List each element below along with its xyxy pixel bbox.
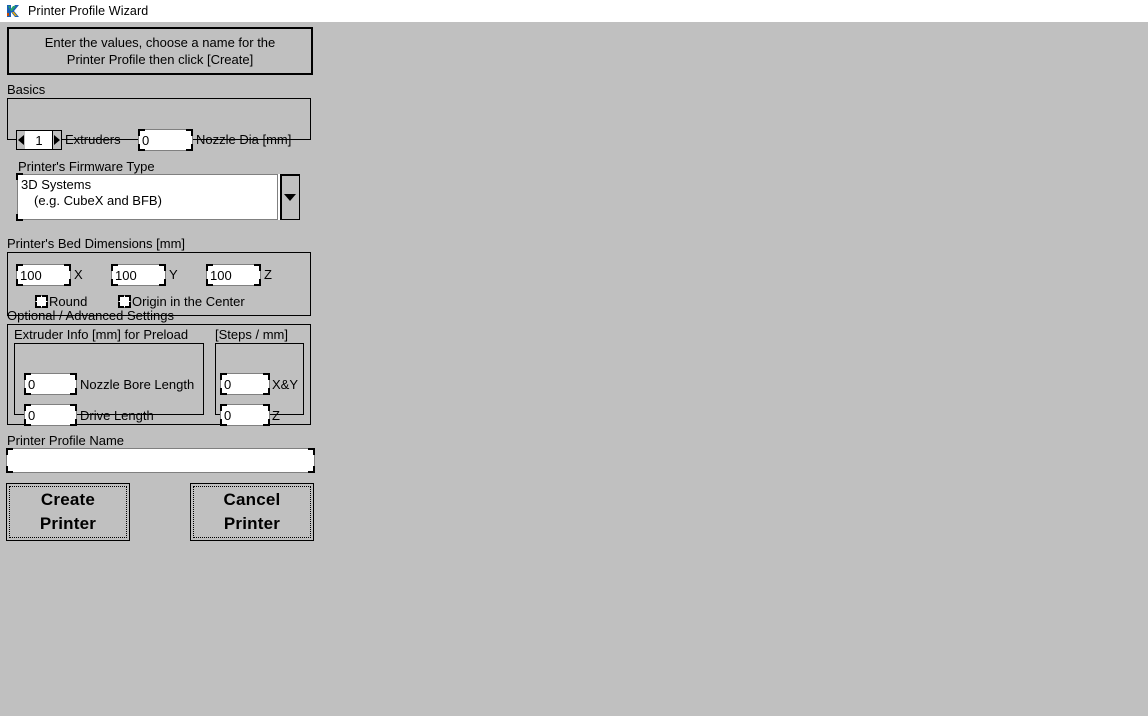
drive-length-label: Drive Length [80, 408, 154, 423]
extruder-info-group-label: Extruder Info [mm] for Preload [14, 327, 189, 342]
drive-length-field[interactable] [24, 404, 77, 426]
bed-origin-center-checkbox-row[interactable]: Origin in the Center [118, 294, 245, 309]
bed-y-label: Y [169, 267, 178, 282]
profile-name-field[interactable] [6, 448, 315, 473]
extruder-info-group: Extruder Info [mm] for Preload [14, 327, 204, 415]
cancel-printer-label-line-1: Cancel [223, 490, 281, 509]
window-title: Printer Profile Wizard [28, 4, 149, 18]
triangle-left-icon [18, 135, 24, 145]
bed-origin-center-checkbox[interactable] [118, 295, 131, 308]
steps-xy-input[interactable] [221, 374, 269, 394]
drive-length-input[interactable] [25, 405, 76, 425]
bed-z-input[interactable] [207, 265, 260, 285]
create-printer-label-line-2: Printer [39, 514, 97, 533]
extruders-value[interactable]: 1 [25, 130, 53, 150]
bed-x-field[interactable] [16, 264, 71, 286]
steps-z-input[interactable] [221, 405, 269, 425]
advanced-settings-group-label: Optional / Advanced Settings [7, 308, 174, 323]
extruders-label: Extruders [65, 132, 121, 147]
bed-round-checkbox[interactable] [35, 295, 48, 308]
steps-z-label: Z [272, 408, 280, 423]
firmware-type-display[interactable]: 3D Systems (e.g. CubeX and BFB) [17, 174, 278, 220]
firmware-type-line-1: 3D Systems [21, 177, 92, 192]
bed-origin-center-label: Origin in the Center [132, 294, 245, 309]
extruders-increment-button[interactable] [52, 130, 62, 150]
bed-round-checkbox-row[interactable]: Round [35, 294, 87, 309]
bed-dimensions-group-label: Printer's Bed Dimensions [mm] [7, 236, 186, 251]
firmware-type-dropdown[interactable]: 3D Systems (e.g. CubeX and BFB) [16, 173, 300, 221]
basics-group-label: Basics [7, 82, 46, 97]
bed-z-label: Z [264, 267, 272, 282]
nozzle-dia-label: Nozzle Dia [mm] [196, 132, 292, 147]
firmware-type-dropdown-button[interactable] [280, 174, 300, 220]
nozzle-bore-length-label: Nozzle Bore Length [80, 377, 195, 392]
extruders-spinner[interactable]: 1 [16, 130, 62, 150]
bed-z-field[interactable] [206, 264, 261, 286]
cancel-printer-label-line-2: Printer [223, 514, 281, 533]
cancel-printer-button[interactable]: Cancel Printer [190, 483, 314, 541]
bed-y-field[interactable] [111, 264, 166, 286]
create-printer-button[interactable]: Create Printer [6, 483, 130, 541]
instruction-line-1: Enter the values, choose a name for the [44, 35, 276, 50]
nozzle-bore-length-input[interactable] [25, 374, 76, 394]
firmware-type-line-2: (e.g. CubeX and BFB) [34, 193, 162, 208]
instruction-panel: Enter the values, choose a name for the … [7, 27, 313, 75]
nozzle-dia-input[interactable] [139, 130, 192, 150]
bed-round-label: Round [49, 294, 88, 309]
profile-name-label: Printer Profile Name [7, 433, 125, 448]
steps-per-mm-group: [Steps / mm] [215, 327, 304, 415]
create-printer-label-line-1: Create [40, 490, 96, 509]
firmware-type-label: Printer's Firmware Type [18, 159, 155, 174]
window-titlebar: Printer Profile Wizard [0, 0, 1148, 22]
steps-per-mm-group-label: [Steps / mm] [215, 327, 288, 342]
nozzle-dia-field[interactable] [138, 129, 193, 151]
app-icon [5, 3, 21, 19]
steps-xy-field[interactable] [220, 373, 270, 395]
profile-name-input[interactable] [7, 449, 314, 472]
bed-x-label: X [74, 267, 83, 282]
steps-xy-label: X&Y [272, 377, 299, 392]
bed-x-input[interactable] [17, 265, 70, 285]
bed-y-input[interactable] [112, 265, 165, 285]
nozzle-bore-length-field[interactable] [24, 373, 77, 395]
triangle-right-icon [54, 135, 60, 145]
wizard-content: Enter the values, choose a name for the … [0, 22, 1148, 716]
steps-z-field[interactable] [220, 404, 270, 426]
instruction-line-2: Printer Profile then click [Create] [66, 52, 254, 67]
chevron-down-icon [284, 193, 296, 201]
